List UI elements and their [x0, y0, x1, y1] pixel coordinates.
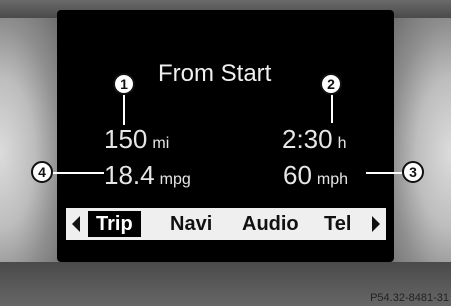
callout-2: 2: [320, 73, 342, 95]
figure-reference: P54.32-8481-31: [370, 292, 449, 304]
instrument-cluster: From Start 150 mi 2:30 h 18.4 mpg 60 mph 1 2…: [0, 0, 451, 306]
menu-item-tel[interactable]: Tel: [324, 211, 351, 237]
consumption-unit: mpg: [159, 171, 191, 188]
triangle-right-icon[interactable]: [372, 216, 380, 232]
speed-value: 60: [283, 160, 312, 190]
speed-unit: mph: [316, 171, 349, 188]
callout-1-leader: [123, 95, 125, 125]
trip-heading: From Start: [158, 60, 272, 87]
time-unit: h: [337, 135, 347, 152]
consumption-readout: 18.4 mpg: [104, 160, 191, 191]
menu-item-navi[interactable]: Navi: [170, 211, 212, 237]
time-readout: 2:30 h: [282, 124, 347, 155]
callout-3-leader: [366, 172, 402, 174]
distance-unit: mi: [152, 135, 170, 152]
menu-item-audio[interactable]: Audio: [242, 211, 299, 237]
time-value: 2:30: [282, 124, 333, 154]
callout-2-leader: [331, 95, 333, 123]
menu-item-trip[interactable]: Trip: [88, 211, 141, 237]
distance-readout: 150 mi: [104, 124, 169, 155]
speed-readout: 60 mph: [283, 160, 348, 191]
distance-value: 150: [104, 124, 148, 154]
triangle-left-icon[interactable]: [72, 216, 80, 232]
menu-bar: Trip Navi Audio Tel: [66, 208, 386, 240]
callout-4: 4: [31, 161, 53, 183]
callout-4-leader: [52, 172, 104, 174]
consumption-value: 18.4: [104, 160, 155, 190]
callout-3: 3: [402, 161, 424, 183]
callout-1: 1: [113, 73, 135, 95]
